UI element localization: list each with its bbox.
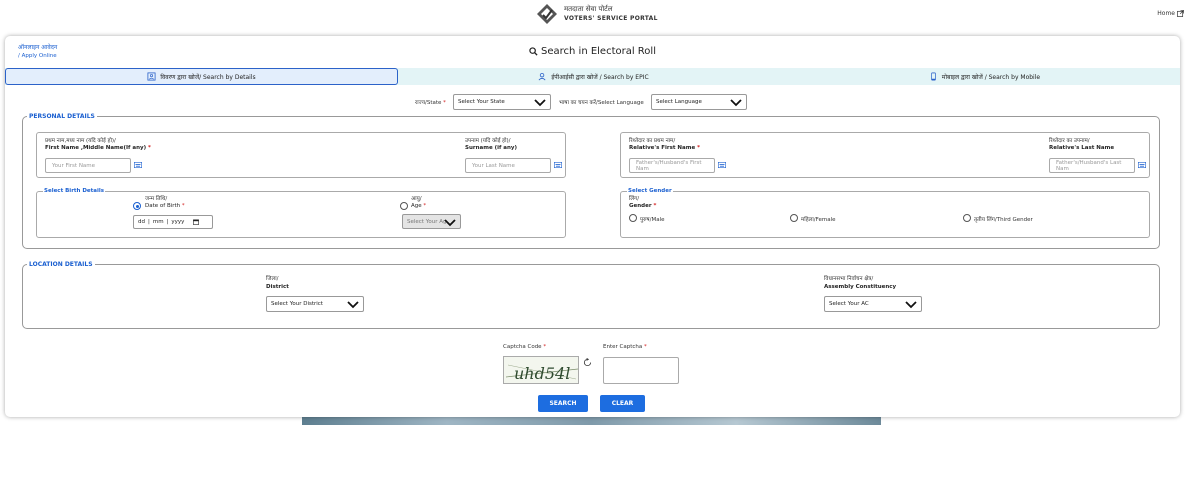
- birth-details-legend: Select Birth Details: [44, 188, 105, 194]
- third-gender-label: तृतीय लिंग/Third Gender: [974, 217, 1033, 223]
- external-link-icon: [1177, 10, 1184, 17]
- chevron-down-icon: [347, 301, 359, 309]
- personal-details-section: PERSONAL DETAILS प्रथम नाम,मध्य नाम (यदि…: [22, 113, 1160, 249]
- language-select-value: Select Language: [656, 99, 702, 105]
- surname-label-hindi: उपनाम (यदि कोई हो)/: [465, 138, 511, 144]
- male-label: पुरुष/Male: [640, 217, 665, 223]
- ac-label-hindi: विधानसभा निर्वाचन क्षेत्र/: [824, 276, 874, 282]
- captcha-code-label: Captcha Code *: [503, 344, 547, 350]
- keyboard-icon[interactable]: [718, 162, 726, 168]
- captcha-input[interactable]: [603, 357, 679, 384]
- age-label-hindi: आयु/: [411, 196, 422, 202]
- birth-details-section: Select Birth Details जन्म तिथि/ Date of …: [36, 188, 566, 238]
- first-name-label-hindi: प्रथम नाम,मध्य नाम (यदि कोई हो)/: [45, 138, 116, 144]
- logo-title-hindi: मतदाता सेवा पोर्टल: [564, 5, 613, 13]
- details-icon: [147, 72, 156, 81]
- dob-input[interactable]: dd | mm | yyyy: [133, 215, 213, 229]
- personal-details-legend: PERSONAL DETAILS: [29, 113, 95, 120]
- relative-last-name-label: Relative's Last Name: [1049, 145, 1115, 151]
- relative-last-name-input[interactable]: Father's/Husband's Last Nam: [1049, 158, 1135, 173]
- relative-first-name-label-hindi: रिश्तेदार का प्रथम नाम/: [629, 138, 676, 144]
- relative-first-name-input[interactable]: Father's/Husband's First Nam: [629, 158, 715, 173]
- tab-search-by-details[interactable]: विवरण द्वारा खोजें/ Search by Details: [5, 68, 398, 85]
- search-icon: [529, 47, 538, 56]
- dob-year: yyyy: [171, 219, 185, 225]
- home-link[interactable]: Home: [1157, 10, 1184, 17]
- enter-captcha-label: Enter Captcha *: [603, 344, 647, 350]
- page-title: Search in Electoral Roll: [5, 46, 1180, 57]
- logo-title-english: VOTERS' SERVICE PORTAL: [564, 15, 658, 22]
- tab-search-by-mobile[interactable]: मोबाइल द्वारा खोजें / Search by Mobile: [789, 68, 1180, 85]
- search-card: ऑनलाइन आवेदन / Apply Online Search in El…: [5, 36, 1180, 417]
- gender-section: Select Gender लिंग/ Gender * पुरुष/Male …: [620, 188, 1150, 238]
- clear-button[interactable]: CLEAR: [600, 395, 645, 412]
- search-button[interactable]: SEARCH: [538, 395, 588, 412]
- location-details-legend: LOCATION DETAILS: [29, 261, 93, 268]
- first-name-input[interactable]: Your First Name: [45, 158, 131, 173]
- keyboard-icon[interactable]: [1138, 162, 1146, 168]
- first-name-label: First Name ,Middle Name(If any) *: [45, 145, 151, 151]
- third-gender-radio[interactable]: [963, 214, 971, 222]
- chevron-down-icon: [730, 99, 742, 107]
- district-select[interactable]: Select Your District: [266, 296, 364, 312]
- chevron-down-icon: [905, 301, 917, 309]
- captcha-image: uhd54l: [503, 356, 579, 384]
- top-header: मतदाता सेवा पोर्टल VOTERS' SERVICE PORTA…: [0, 0, 1200, 30]
- relative-last-name-label-hindi: रिश्तेदार का उपनाम/: [1049, 138, 1090, 144]
- language-label: भाषा का चयन करें/Select Language: [559, 100, 644, 106]
- calendar-icon[interactable]: [193, 219, 200, 225]
- name-box: प्रथम नाम,मध्य नाम (यदि कोई हो)/ First N…: [36, 132, 566, 178]
- tab-label: मोबाइल द्वारा खोजें / Search by Mobile: [941, 73, 1041, 81]
- user-search-icon: [538, 72, 546, 81]
- keyboard-icon[interactable]: [134, 162, 142, 168]
- captcha-graphic: uhd54l: [505, 364, 579, 383]
- mobile-icon: [931, 72, 936, 81]
- ac-select-value: Select Your AC: [829, 301, 869, 307]
- district-label: District: [266, 284, 289, 290]
- relative-first-name-label: Relative's First Name *: [629, 145, 701, 151]
- dob-label: Date of Birth *: [145, 203, 185, 209]
- age-select[interactable]: Select Your Ag: [402, 214, 461, 229]
- district-select-value: Select Your District: [271, 301, 323, 307]
- female-label: महिला/Female: [801, 217, 836, 223]
- gender-legend: Select Gender: [628, 188, 672, 194]
- keyboard-icon[interactable]: [554, 162, 562, 168]
- language-select[interactable]: Select Language: [651, 94, 747, 110]
- age-label: Age *: [411, 203, 427, 209]
- dob-radio[interactable]: [133, 202, 141, 210]
- state-select-value: Select Your State: [458, 99, 505, 105]
- search-tabs: विवरण द्वारा खोजें/ Search by Details ईप…: [5, 68, 1180, 85]
- gender-label-hindi: लिंग/: [629, 196, 640, 202]
- district-label-hindi: जिला/: [266, 276, 279, 282]
- age-radio[interactable]: [400, 202, 408, 210]
- chevron-down-icon: [444, 219, 456, 227]
- home-label: Home: [1157, 10, 1175, 17]
- location-details-section: LOCATION DETAILS जिला/ District Select Y…: [22, 261, 1160, 329]
- tab-label: ईपीआईसी द्वारा खोजें / Search by EPIC: [551, 73, 649, 81]
- tab-label: विवरण द्वारा खोजें/ Search by Details: [160, 73, 256, 81]
- refresh-captcha-icon[interactable]: [583, 358, 592, 367]
- ac-label: Assembly Constituency: [824, 284, 897, 290]
- dob-day: dd: [138, 219, 145, 225]
- state-label: राज्य/State *: [415, 100, 446, 106]
- male-radio[interactable]: [629, 214, 637, 222]
- chevron-down-icon: [534, 99, 546, 107]
- relative-name-box: रिश्तेदार का प्रथम नाम/ Relative's First…: [620, 132, 1150, 178]
- dob-label-hindi: जन्म तिथि/: [145, 196, 168, 202]
- ballot-logo-icon: [537, 4, 557, 24]
- female-radio[interactable]: [790, 214, 798, 222]
- surname-input[interactable]: Your Last Name: [465, 158, 551, 173]
- captcha-text: uhd54l: [514, 364, 570, 383]
- ac-select[interactable]: Select Your AC: [824, 296, 922, 312]
- portal-logo[interactable]: मतदाता सेवा पोर्टल VOTERS' SERVICE PORTA…: [536, 3, 658, 25]
- state-language-row: राज्य/State * Select Your State भाषा का …: [5, 94, 1180, 110]
- tab-search-by-epic[interactable]: ईपीआईसी द्वारा खोजें / Search by EPIC: [398, 68, 789, 85]
- state-select[interactable]: Select Your State: [453, 94, 551, 110]
- gender-label: Gender *: [629, 203, 657, 209]
- age-select-value: Select Your Ag: [407, 218, 447, 225]
- dob-month: mm: [152, 219, 164, 225]
- surname-label: Surname (if any): [465, 145, 518, 151]
- page-title-text: Search in Electoral Roll: [541, 46, 656, 57]
